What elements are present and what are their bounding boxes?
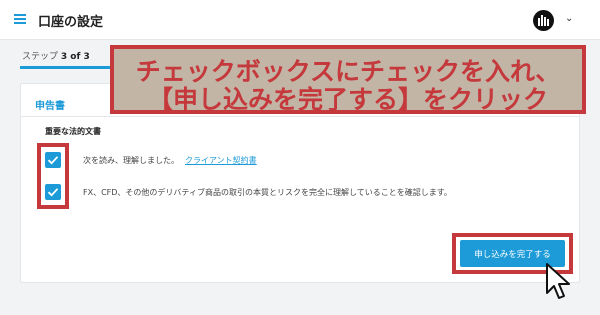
mouse-cursor-icon (546, 263, 570, 299)
legal-documents-heading: 重要な法的文書 (45, 127, 101, 136)
step-indicator: ステップ 3 of 3 (22, 49, 90, 62)
callout-line-2: 【申し込みを完了する】をクリック (147, 85, 548, 114)
divider (21, 116, 579, 117)
step-count: 3 of 3 (60, 52, 90, 62)
card-title: 申告書 (35, 101, 65, 112)
page-title: 口座の設定 (38, 15, 104, 30)
account-avatar-icon[interactable] (533, 10, 554, 31)
agreement-label: 次を読み、理解しました。 (83, 156, 179, 165)
instruction-callout: チェックボックスにチェックを入れ、 【申し込みを完了する】をクリック (110, 45, 586, 114)
agreement-text: 次を読み、理解しました。 クライアント契約書 (83, 155, 257, 166)
hamburger-menu-icon[interactable] (14, 14, 26, 24)
client-agreement-link[interactable]: クライアント契約書 (185, 156, 257, 165)
step-label: ステップ (22, 52, 59, 62)
risk-confirmation-label: FX、CFD、その他のデリバティブ商品の取引の本質とリスクを完全に理解しているこ… (83, 188, 452, 197)
checkbox-highlight (37, 143, 69, 209)
top-bar: 口座の設定 ⌄ (0, 0, 600, 40)
chevron-down-icon[interactable]: ⌄ (565, 13, 573, 24)
